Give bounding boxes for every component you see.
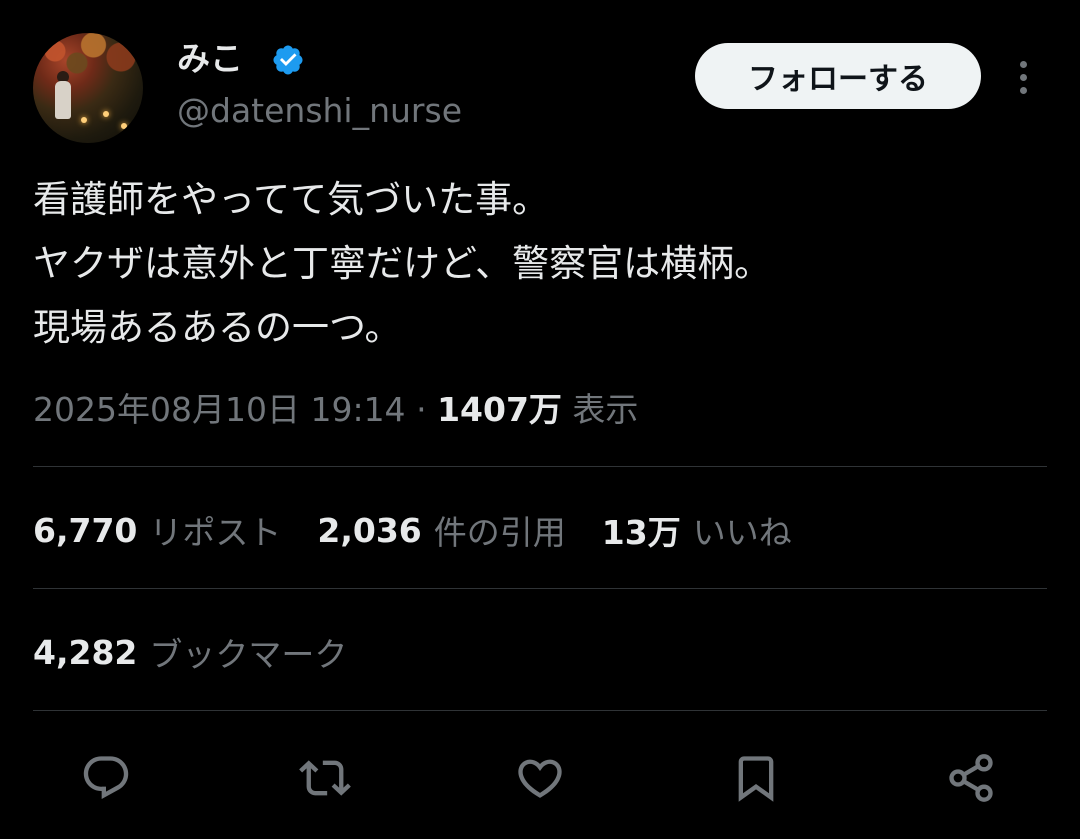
tweet-text-line: ヤクザは意外と丁寧だけど、警察官は横柄。 xyxy=(33,242,772,285)
verified-badge-icon xyxy=(273,45,303,75)
repost-icon[interactable] xyxy=(297,750,353,806)
avatar-photo-lantern xyxy=(81,117,87,123)
divider xyxy=(33,588,1047,589)
tweet-timestamp[interactable]: 2025年08月10日 19:14 xyxy=(33,390,406,429)
meta-separator: · xyxy=(416,390,427,429)
likes-stat[interactable]: 13万 いいね xyxy=(602,506,792,554)
quotes-count: 2,036 xyxy=(317,510,422,550)
avatar-photo-lantern xyxy=(121,123,127,129)
like-icon[interactable] xyxy=(512,750,568,806)
divider xyxy=(33,466,1047,467)
views-label: 表示 xyxy=(572,390,639,429)
engagement-stats: 6,770 リポスト 2,036 件の引用 13万 いいね xyxy=(33,500,828,560)
avatar-photo-person xyxy=(55,81,71,119)
divider xyxy=(33,710,1047,711)
avatar-photo-lantern xyxy=(103,111,109,117)
avatar-photo-foliage xyxy=(33,33,143,93)
quotes-stat[interactable]: 2,036 件の引用 xyxy=(317,506,565,554)
bookmarks-stat[interactable]: 4,282 ブックマーク xyxy=(33,628,347,676)
reposts-stat[interactable]: 6,770 リポスト xyxy=(33,506,281,554)
tweet-meta: 2025年08月10日 19:14 · 1407万 表示 xyxy=(33,384,638,436)
display-name[interactable]: みこ xyxy=(177,37,243,81)
quotes-label: 件の引用 xyxy=(433,513,566,552)
tweet-text-line: 現場あるあるの一つ。 xyxy=(33,306,402,349)
reposts-label: リポスト xyxy=(149,513,282,552)
bookmarks-label: ブックマーク xyxy=(149,635,348,674)
likes-label: いいね xyxy=(692,513,792,552)
views-count: 1407万 xyxy=(437,390,562,429)
user-handle[interactable]: @datenshi_nurse xyxy=(177,89,462,133)
tweet-action-bar xyxy=(0,740,1080,816)
more-options-icon[interactable] xyxy=(1009,55,1037,99)
likes-count: 13万 xyxy=(601,513,681,552)
reposts-count: 6,770 xyxy=(33,510,138,550)
bookmarks-stat-row: 4,282 ブックマーク xyxy=(33,622,383,682)
avatar[interactable] xyxy=(33,33,143,143)
reply-icon[interactable] xyxy=(78,750,134,806)
bookmark-icon[interactable] xyxy=(728,750,784,806)
share-icon[interactable] xyxy=(943,750,999,806)
follow-button[interactable]: フォローする xyxy=(695,43,981,109)
tweet-text: 看護師をやってて気づいた事。 ヤクザは意外と丁寧だけど、警察官は横柄。 現場ある… xyxy=(33,168,1047,360)
bookmarks-count: 4,282 xyxy=(33,632,138,672)
tweet-header: みこ @datenshi_nurse フォローする xyxy=(33,33,1047,145)
tweet-text-line: 看護師をやってて気づいた事。 xyxy=(33,178,550,221)
